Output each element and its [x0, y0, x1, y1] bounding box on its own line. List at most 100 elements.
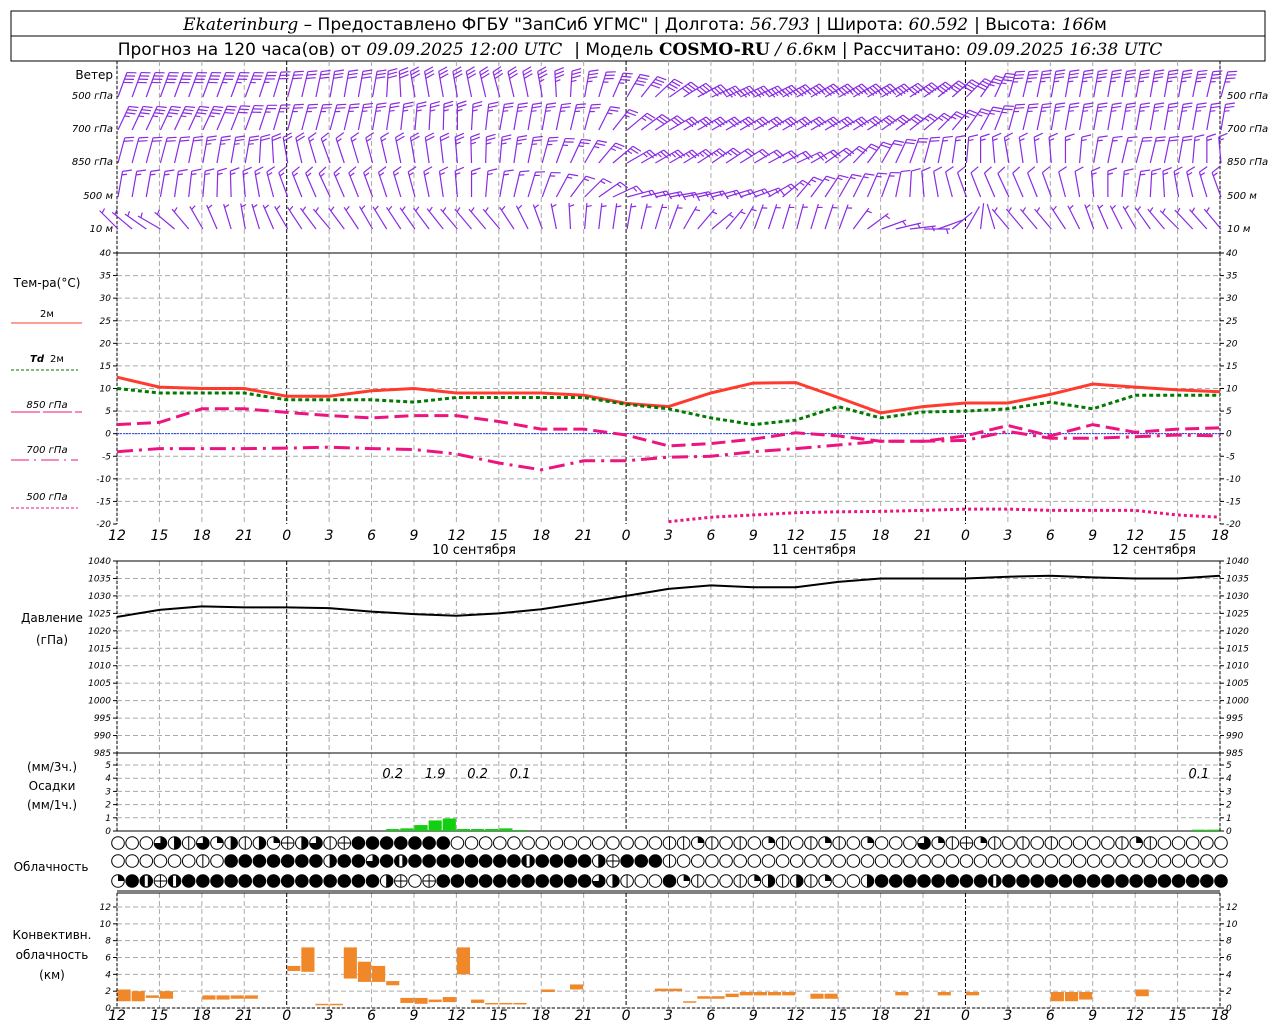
barb-shaft	[1135, 104, 1142, 131]
wind-barb	[683, 82, 714, 98]
barb-half-feather	[424, 171, 430, 176]
barb-half-feather	[389, 109, 395, 112]
cloud-symbol	[1185, 854, 1200, 868]
barb-feather	[180, 136, 191, 139]
barb-feather	[308, 103, 319, 106]
barb-shaft	[852, 173, 866, 198]
barb-shaft	[287, 206, 303, 230]
barb-half-feather	[578, 145, 584, 148]
cloud-symbol	[761, 836, 776, 850]
cloud-symbol	[1200, 836, 1214, 850]
wind-barb	[881, 171, 901, 198]
cloud-symbol	[224, 836, 238, 850]
wind-barb	[782, 203, 795, 230]
barb-feather	[519, 170, 530, 173]
barb-half-feather	[792, 90, 798, 96]
cloud-symbol	[1200, 874, 1214, 888]
wind-barb	[1109, 204, 1123, 230]
barb-shaft	[1189, 209, 1208, 230]
cloud-symbol	[662, 874, 677, 888]
cloud-symbol	[775, 854, 790, 868]
wind-barb	[980, 133, 990, 163]
wind-barb	[1177, 102, 1193, 131]
barb-shaft	[154, 211, 175, 230]
cloud-circle	[379, 854, 394, 868]
wind-barb	[423, 166, 433, 198]
barb-feather	[1173, 166, 1183, 172]
barb-half-feather	[487, 109, 494, 112]
x-tick-label: 12	[787, 528, 805, 544]
cloud-symbol	[620, 874, 634, 888]
barb-feather	[403, 105, 413, 109]
wind-barb	[1018, 132, 1028, 164]
cloud-symbol	[337, 836, 352, 850]
barb-half-feather	[472, 109, 478, 112]
barb-shaft	[1177, 137, 1184, 164]
y-tick-label: -5	[102, 452, 111, 462]
barb-shaft	[216, 170, 219, 198]
cloud-circle	[1058, 854, 1073, 868]
barb-half-feather	[408, 172, 414, 176]
wind-barb	[513, 102, 528, 131]
wind-barb	[470, 100, 483, 131]
barb-feather	[217, 167, 227, 172]
cloud-circle	[351, 836, 366, 850]
wind-barb	[921, 166, 931, 198]
barb-half-feather	[457, 108, 463, 112]
cloud-symbol	[1129, 874, 1143, 888]
barb-half-feather	[977, 113, 983, 117]
cloud-circle	[549, 836, 564, 850]
barb-feather	[124, 136, 135, 139]
wind-barb	[428, 100, 440, 131]
barb-feather	[517, 135, 528, 138]
cloud-symbol	[945, 836, 960, 850]
cloud-symbol	[719, 836, 733, 850]
barb-feather	[260, 137, 271, 142]
wind-barb	[274, 205, 289, 230]
wind-barb	[1163, 69, 1179, 98]
convective-bar	[456, 947, 471, 975]
barb-feather	[1018, 132, 1028, 138]
barb-shaft	[550, 203, 557, 230]
cloud-circle	[309, 874, 323, 888]
cloud-circle	[1171, 836, 1186, 850]
wind-barb	[258, 133, 271, 164]
cloud-symbol	[507, 874, 521, 888]
barb-shaft	[513, 137, 519, 164]
cloud-circle	[1002, 836, 1016, 850]
barb-shaft	[997, 173, 1010, 198]
barb-feather	[308, 132, 317, 139]
wind-barb	[598, 142, 625, 164]
cloud-symbol	[789, 836, 804, 850]
barb-half-feather	[945, 228, 949, 235]
x-tick-label: 15	[1169, 528, 1187, 544]
barb-feather	[610, 106, 620, 109]
barb-half-feather	[289, 205, 294, 211]
cloud-circle	[125, 854, 139, 868]
convective-bar	[937, 992, 951, 996]
barb-feather	[320, 73, 331, 76]
barb-feather	[387, 74, 398, 79]
cloud-circle	[252, 854, 267, 868]
barb-feather	[347, 76, 358, 79]
x-tick-label: 6	[367, 1008, 376, 1024]
x-tick-label: 18	[1211, 528, 1229, 544]
cloud-symbol	[1086, 854, 1101, 868]
barb-feather	[1139, 76, 1149, 79]
barb-feather	[198, 109, 208, 112]
cloud-symbol	[1016, 854, 1030, 868]
header-line-2: Прогноз на 120 часа(ов) от 09.09.2025 12…	[118, 40, 1163, 60]
barb-half-feather	[181, 115, 187, 118]
wind-barb	[1163, 102, 1179, 131]
barb-feather	[380, 132, 390, 139]
y-tick-label: 1035	[88, 574, 111, 584]
cloud-circle	[747, 836, 762, 850]
cloud-symbol	[606, 854, 620, 868]
cloud-circle	[903, 874, 917, 888]
cloud-symbol	[238, 836, 253, 850]
barb-feather	[968, 134, 979, 138]
cloud-circle	[620, 854, 634, 868]
cloud-symbol	[705, 854, 719, 868]
barb-feather	[588, 72, 599, 76]
barb-feather	[191, 168, 202, 172]
